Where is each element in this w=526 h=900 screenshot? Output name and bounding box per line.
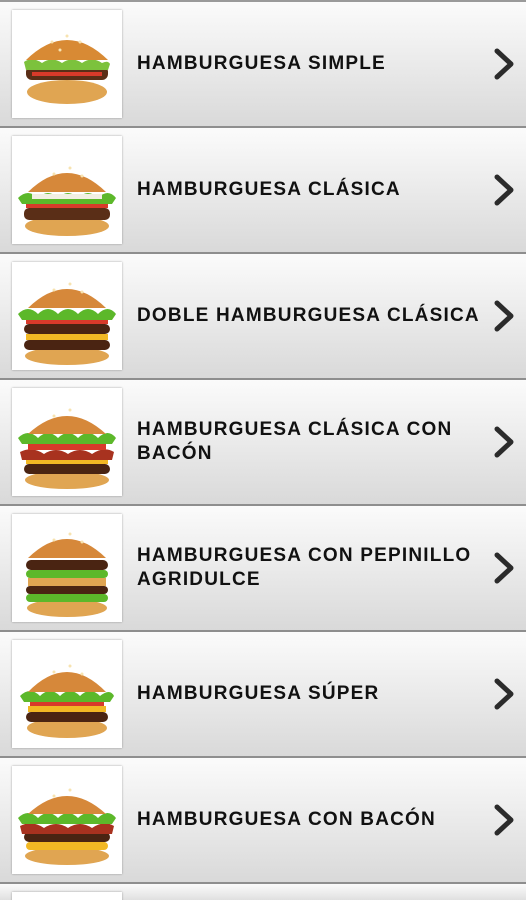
burger-photo <box>12 892 122 900</box>
menu-item-label: HAMBURGUESA CON BACÓN <box>137 809 436 830</box>
menu-item-doble-hamburguesa-clasica[interactable]: DOBLE HAMBURGUESA CLÁSICA <box>0 254 526 380</box>
chevron-right-icon <box>494 48 514 80</box>
chevron-right-icon <box>494 174 514 206</box>
menu-item-hamburguesa-con-bacon[interactable]: HAMBURGUESA CON BACÓN <box>0 758 526 884</box>
chevron-right-icon <box>494 552 514 584</box>
menu-list: HAMBURGUESA SIMPLE HAMBURGUESA CLÁSICA D… <box>0 0 526 900</box>
burger-pickle-photo <box>12 514 122 622</box>
menu-item-hamburguesa-clasica-con-bacon[interactable]: HAMBURGUESA CLÁSICA CON BACÓN <box>0 380 526 506</box>
chevron-right-icon <box>494 426 514 458</box>
chevron-right-icon <box>494 804 514 836</box>
menu-item-label: HAMBURGUESA SIMPLE <box>137 53 386 74</box>
menu-item-hamburguesa-con-pepinillo-agridulce[interactable]: HAMBURGUESA CON PEPINILLO AGRIDULCE <box>0 506 526 632</box>
double-burger-photo <box>12 262 122 370</box>
menu-item-label: DOBLE HAMBURGUESA CLÁSICA <box>137 305 480 326</box>
burger-bacon-classic-photo <box>12 388 122 496</box>
menu-item-hamburguesa-simple[interactable]: HAMBURGUESA SIMPLE <box>0 0 526 128</box>
burger-simple-photo <box>12 10 122 118</box>
menu-item-label: HAMBURGUESA CLÁSICA <box>137 179 401 200</box>
chevron-right-icon <box>494 300 514 332</box>
menu-item-label: HAMBURGUESA CLÁSICA CON BACÓN <box>137 419 453 464</box>
menu-item-hamburguesa-clasica[interactable]: HAMBURGUESA CLÁSICA <box>0 128 526 254</box>
menu-item-label: HAMBURGUESA SÚPER <box>137 683 380 704</box>
burger-classic-photo <box>12 136 122 244</box>
menu-item-label: HAMBURGUESA CON PEPINILLO AGRIDULCE <box>137 545 472 590</box>
menu-item-partial[interactable] <box>0 884 526 900</box>
chevron-right-icon <box>494 678 514 710</box>
burger-bacon-photo <box>12 766 122 874</box>
menu-item-hamburguesa-super[interactable]: HAMBURGUESA SÚPER <box>0 632 526 758</box>
burger-super-photo <box>12 640 122 748</box>
